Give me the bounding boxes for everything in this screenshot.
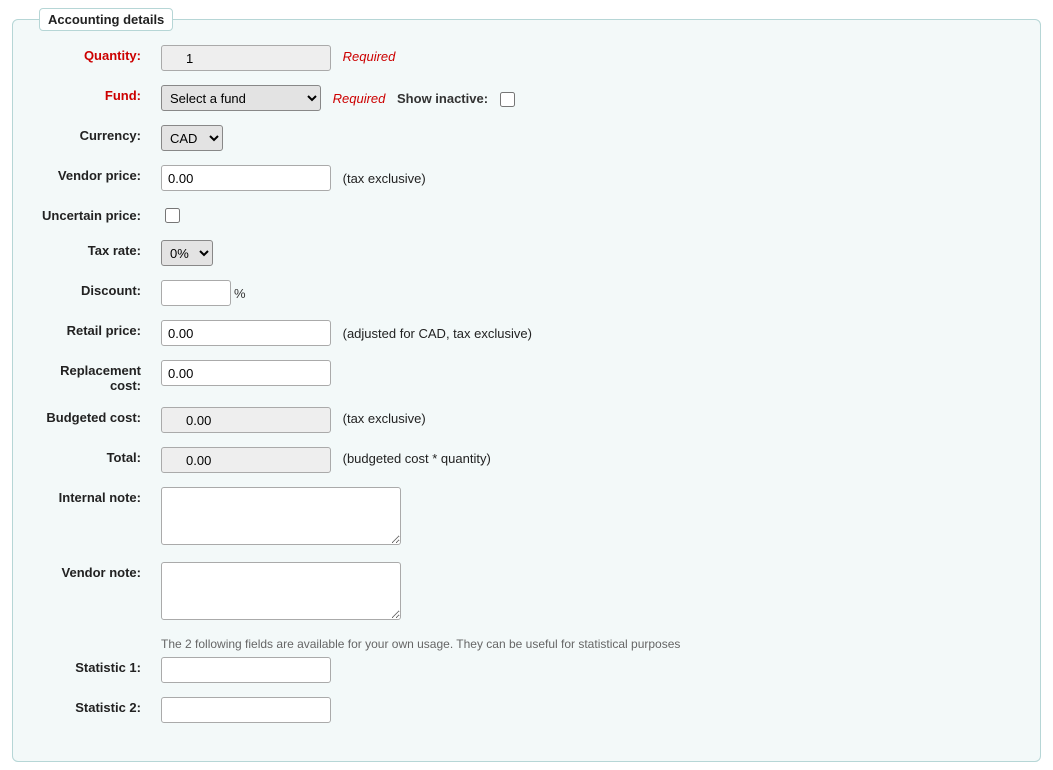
tax-rate-select[interactable]: 0% bbox=[161, 240, 213, 266]
statistic1-label: Statistic 1: bbox=[31, 657, 151, 675]
total-label: Total: bbox=[31, 447, 151, 465]
budgeted-cost-input bbox=[161, 407, 331, 433]
retail-price-label: Retail price: bbox=[31, 320, 151, 338]
retail-price-input[interactable] bbox=[161, 320, 331, 346]
vendor-note-label: Vendor note: bbox=[31, 562, 151, 580]
discount-percent-symbol: % bbox=[234, 286, 246, 301]
currency-select[interactable]: CAD bbox=[161, 125, 223, 151]
quantity-label: Quantity: bbox=[31, 45, 151, 63]
discount-label: Discount: bbox=[31, 280, 151, 298]
accounting-details-legend: Accounting details bbox=[39, 8, 173, 31]
show-inactive-checkbox[interactable] bbox=[500, 92, 515, 107]
fund-select[interactable]: Select a fund bbox=[161, 85, 321, 111]
internal-note-label: Internal note: bbox=[31, 487, 151, 505]
replacement-cost-input[interactable] bbox=[161, 360, 331, 386]
budgeted-cost-hint: (tax exclusive) bbox=[343, 411, 426, 426]
quantity-input bbox=[161, 45, 331, 71]
fund-required-text: Required bbox=[333, 91, 386, 106]
currency-label: Currency: bbox=[31, 125, 151, 143]
statistic1-input[interactable] bbox=[161, 657, 331, 683]
uncertain-price-checkbox[interactable] bbox=[165, 208, 180, 223]
replacement-cost-label: Replacement cost: bbox=[31, 360, 151, 393]
fund-label: Fund: bbox=[31, 85, 151, 103]
stats-intro-text: The 2 following fields are available for… bbox=[161, 637, 1022, 651]
statistic2-label: Statistic 2: bbox=[31, 697, 151, 715]
vendor-price-input[interactable] bbox=[161, 165, 331, 191]
budgeted-cost-label: Budgeted cost: bbox=[31, 407, 151, 425]
tax-rate-label: Tax rate: bbox=[31, 240, 151, 258]
vendor-price-hint: (tax exclusive) bbox=[343, 171, 426, 186]
retail-price-hint: (adjusted for CAD, tax exclusive) bbox=[343, 326, 532, 341]
vendor-price-label: Vendor price: bbox=[31, 165, 151, 183]
total-input bbox=[161, 447, 331, 473]
total-hint: (budgeted cost * quantity) bbox=[343, 451, 491, 466]
uncertain-price-label: Uncertain price: bbox=[31, 205, 151, 223]
statistic2-input[interactable] bbox=[161, 697, 331, 723]
show-inactive-label: Show inactive: bbox=[397, 91, 488, 106]
accounting-details-fieldset: Accounting details Quantity: 🔒 Required … bbox=[12, 8, 1041, 762]
vendor-note-textarea[interactable] bbox=[161, 562, 401, 620]
discount-input[interactable] bbox=[161, 280, 231, 306]
quantity-required-text: Required bbox=[343, 49, 396, 64]
internal-note-textarea[interactable] bbox=[161, 487, 401, 545]
